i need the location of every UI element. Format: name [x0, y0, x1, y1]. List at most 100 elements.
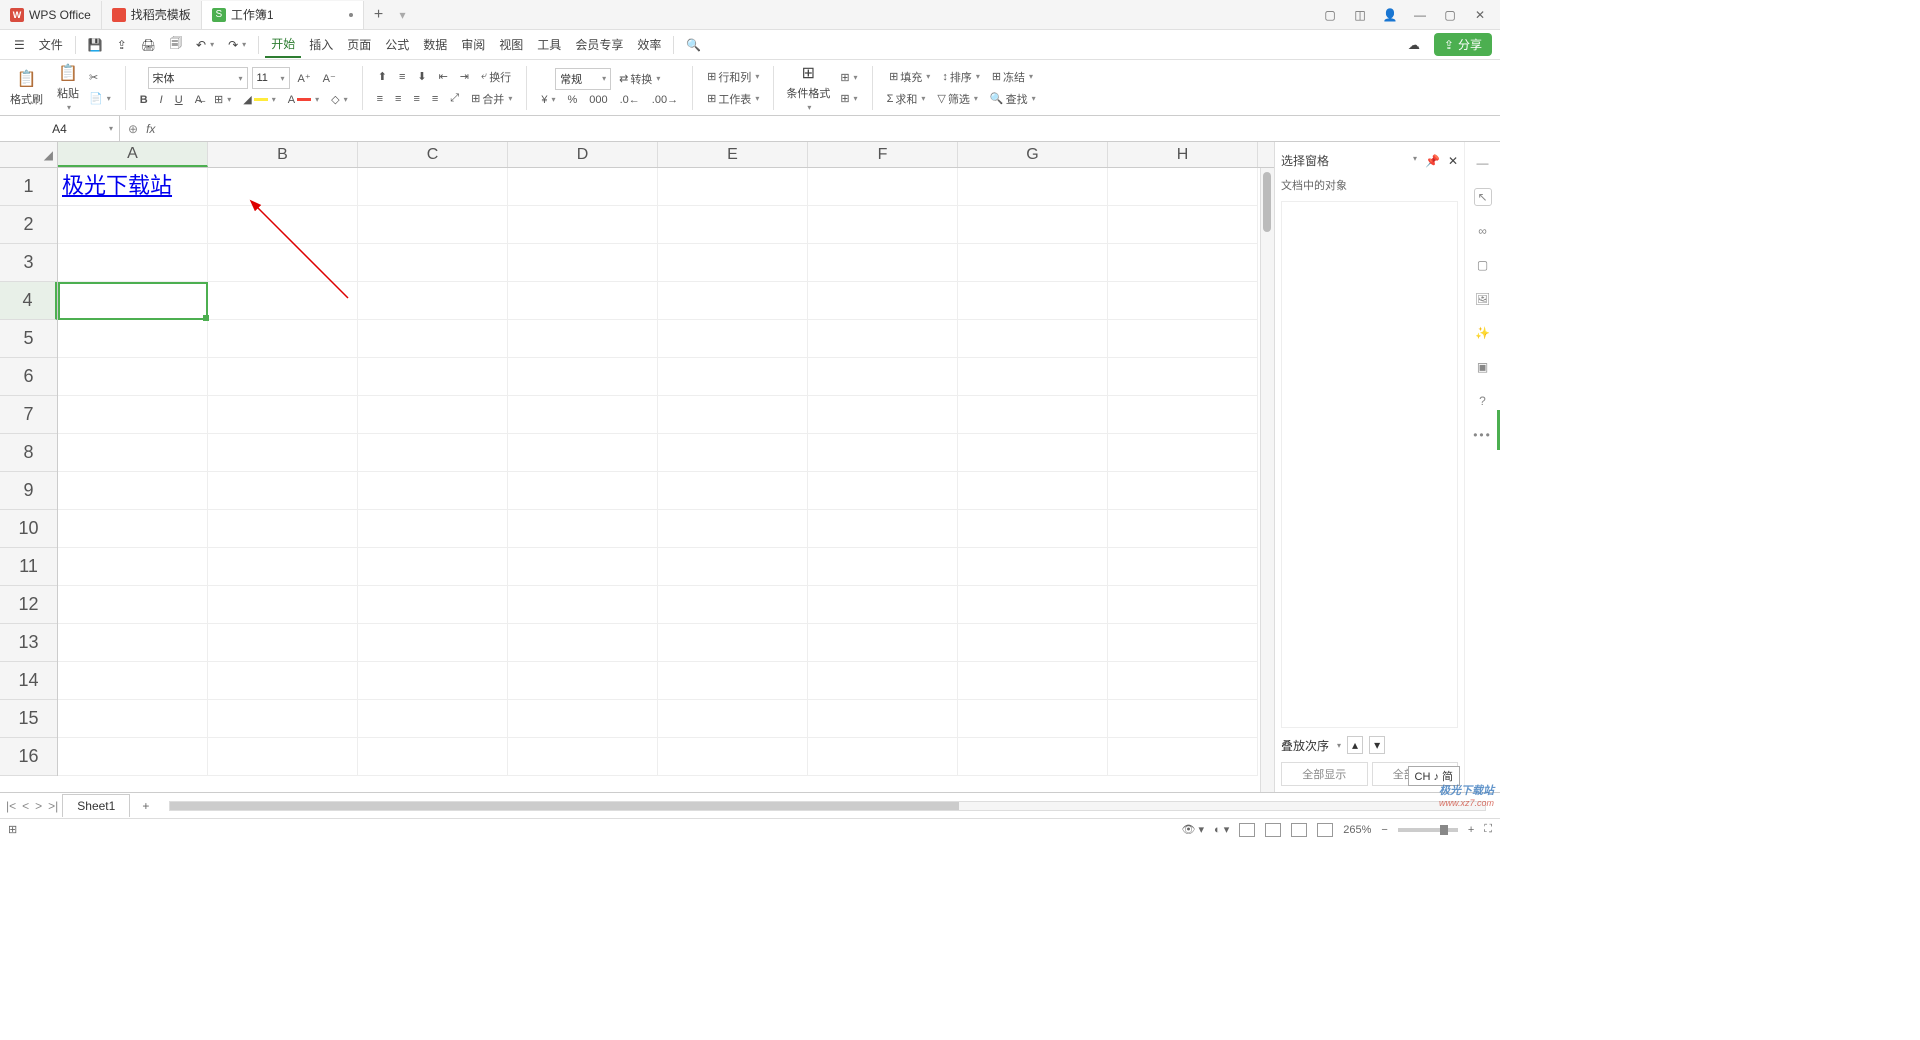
theme-icon[interactable]: ◐ ▾ [1214, 823, 1229, 836]
crop-tool-icon[interactable]: ▣ [1474, 358, 1492, 376]
search-icon[interactable]: 🔍 [680, 34, 707, 56]
freeze-button[interactable]: ⊞ 冻结▾ [988, 67, 1037, 87]
align-right-icon[interactable]: ≡ [409, 91, 423, 107]
row-header[interactable]: 14 [0, 662, 57, 700]
avatar-icon[interactable]: 👤 [1382, 7, 1398, 23]
cloud-icon[interactable]: ☁ [1402, 34, 1426, 56]
name-box[interactable]: A4▾ [0, 116, 120, 141]
col-header-B[interactable]: B [208, 142, 358, 167]
menu-insert[interactable]: 插入 [303, 32, 339, 57]
sum-button[interactable]: Σ 求和▾ [883, 89, 930, 109]
col-header-F[interactable]: F [808, 142, 958, 167]
format-painter-button[interactable]: 📋格式刷 [8, 67, 45, 109]
indent-decrease-icon[interactable]: ⇤ [435, 68, 452, 85]
row-header[interactable]: 13 [0, 624, 57, 662]
scrollbar-thumb[interactable] [170, 802, 959, 810]
font-size-select[interactable]: 11▾ [252, 67, 290, 89]
image-tool-icon[interactable]: 🖼 [1474, 290, 1492, 308]
italic-icon[interactable]: I [156, 92, 167, 108]
pin-icon[interactable]: 📌 [1425, 154, 1440, 168]
sheet-tab[interactable]: Sheet1 [62, 794, 130, 817]
normal-view-icon[interactable] [1239, 823, 1255, 837]
select-tool-icon[interactable]: ↖ [1474, 188, 1492, 206]
fill-color-icon[interactable]: ◢▾ [239, 91, 279, 108]
rows-cols-button[interactable]: ⊞ 行和列▾ [703, 67, 763, 87]
menu-page[interactable]: 页面 [341, 32, 377, 57]
fill-button[interactable]: ⊞ 填充▾ [885, 67, 934, 87]
formula-input[interactable] [163, 121, 1492, 136]
menu-review[interactable]: 审阅 [455, 32, 491, 57]
row-header[interactable]: 4 [0, 282, 57, 320]
paste-button[interactable]: 📋粘贴▾ [55, 61, 81, 114]
close-icon[interactable]: ✕ [1472, 7, 1488, 23]
increase-decimal-icon[interactable]: .00→ [648, 92, 682, 108]
copy-icon[interactable]: 📄▾ [85, 90, 115, 107]
zoom-fx-icon[interactable]: ⊕ [128, 122, 138, 136]
next-sheet-icon[interactable]: > [35, 799, 42, 813]
filter-button[interactable]: ▽ 筛选▾ [933, 89, 981, 109]
move-down-button[interactable]: ▾ [1369, 736, 1385, 754]
decrease-decimal-icon[interactable]: .0← [616, 92, 644, 108]
fx-label[interactable]: fx [146, 122, 155, 136]
row-header[interactable]: 16 [0, 738, 57, 776]
share-button[interactable]: ⇪ 分享 [1434, 33, 1492, 56]
row-header[interactable]: 1 [0, 168, 57, 206]
panel-close-icon[interactable]: ✕ [1448, 154, 1458, 168]
spreadsheet-grid[interactable]: ◢ A B C D E F G H 1 2 3 4 5 6 7 8 9 10 1… [0, 142, 1274, 792]
help-icon[interactable]: ? [1474, 392, 1492, 410]
menu-efficiency[interactable]: 效率 [631, 32, 667, 57]
menu-member[interactable]: 会员专享 [569, 32, 629, 57]
decrease-font-icon[interactable]: A⁻ [319, 70, 340, 87]
move-up-button[interactable]: ▴ [1347, 736, 1363, 754]
currency-icon[interactable]: ¥▾ [537, 92, 559, 108]
reading-view-icon[interactable] [1317, 823, 1333, 837]
minimize-icon[interactable]: — [1412, 7, 1428, 23]
wrap-text-button[interactable]: ⤶ 换行 [477, 67, 515, 87]
save-icon[interactable]: 💾 [82, 34, 109, 56]
row-header[interactable]: 8 [0, 434, 57, 472]
zoom-level[interactable]: 265% [1343, 824, 1371, 836]
file-menu[interactable]: 文件 [33, 32, 69, 57]
bold-icon[interactable]: B [136, 92, 152, 108]
select-all-corner[interactable]: ◢ [0, 142, 58, 167]
panel-dropdown-icon[interactable]: ▾ [1413, 154, 1417, 168]
row-header[interactable]: 2 [0, 206, 57, 244]
worksheet-button[interactable]: ⊞ 工作表▾ [703, 89, 763, 109]
sort-button[interactable]: ↕ 排序▾ [938, 67, 984, 87]
align-middle-icon[interactable]: ≡ [395, 69, 409, 85]
indent-increase-icon[interactable]: ⇥ [456, 68, 473, 85]
print-icon[interactable]: 🖨 [135, 34, 162, 56]
align-center-icon[interactable]: ≡ [391, 91, 405, 107]
zoom-slider[interactable] [1398, 828, 1458, 832]
effects-tool-icon[interactable]: ✨ [1474, 324, 1492, 342]
convert-button[interactable]: ⇄ 转换▾ [615, 69, 664, 89]
row-header[interactable]: 12 [0, 586, 57, 624]
zoom-out-icon[interactable]: − [1381, 824, 1387, 836]
font-color-icon[interactable]: A▾ [284, 92, 323, 108]
increase-font-icon[interactable]: A⁺ [294, 70, 315, 87]
col-header-G[interactable]: G [958, 142, 1108, 167]
row-header[interactable]: 6 [0, 358, 57, 396]
percent-icon[interactable]: % [563, 92, 581, 108]
cube-icon[interactable]: ◫ [1352, 7, 1368, 23]
add-tab-button[interactable]: + [364, 6, 394, 24]
tab-menu-icon[interactable]: ▾ [400, 8, 406, 22]
first-sheet-icon[interactable]: |< [6, 799, 16, 813]
row-header[interactable]: 9 [0, 472, 57, 510]
fullscreen-icon[interactable]: ⛶ [1484, 823, 1492, 836]
row-header[interactable]: 15 [0, 700, 57, 738]
scrollbar-thumb[interactable] [1263, 172, 1271, 232]
col-header-E[interactable]: E [658, 142, 808, 167]
strikethrough-icon[interactable]: A̶ [191, 92, 206, 108]
layout-tool-icon[interactable]: ▢ [1474, 256, 1492, 274]
export-icon[interactable]: ⇪ [111, 34, 133, 56]
link-tool-icon[interactable]: ∞ [1474, 222, 1492, 240]
status-indicator-icon[interactable]: ⊞ [8, 823, 17, 836]
row-header[interactable]: 3 [0, 244, 57, 282]
align-top-icon[interactable]: ⬆ [374, 68, 391, 85]
menu-view[interactable]: 视图 [493, 32, 529, 57]
menu-data[interactable]: 数据 [417, 32, 453, 57]
find-button[interactable]: 🔍 查找▾ [986, 89, 1040, 109]
vertical-scrollbar[interactable] [1260, 168, 1274, 792]
col-header-D[interactable]: D [508, 142, 658, 167]
